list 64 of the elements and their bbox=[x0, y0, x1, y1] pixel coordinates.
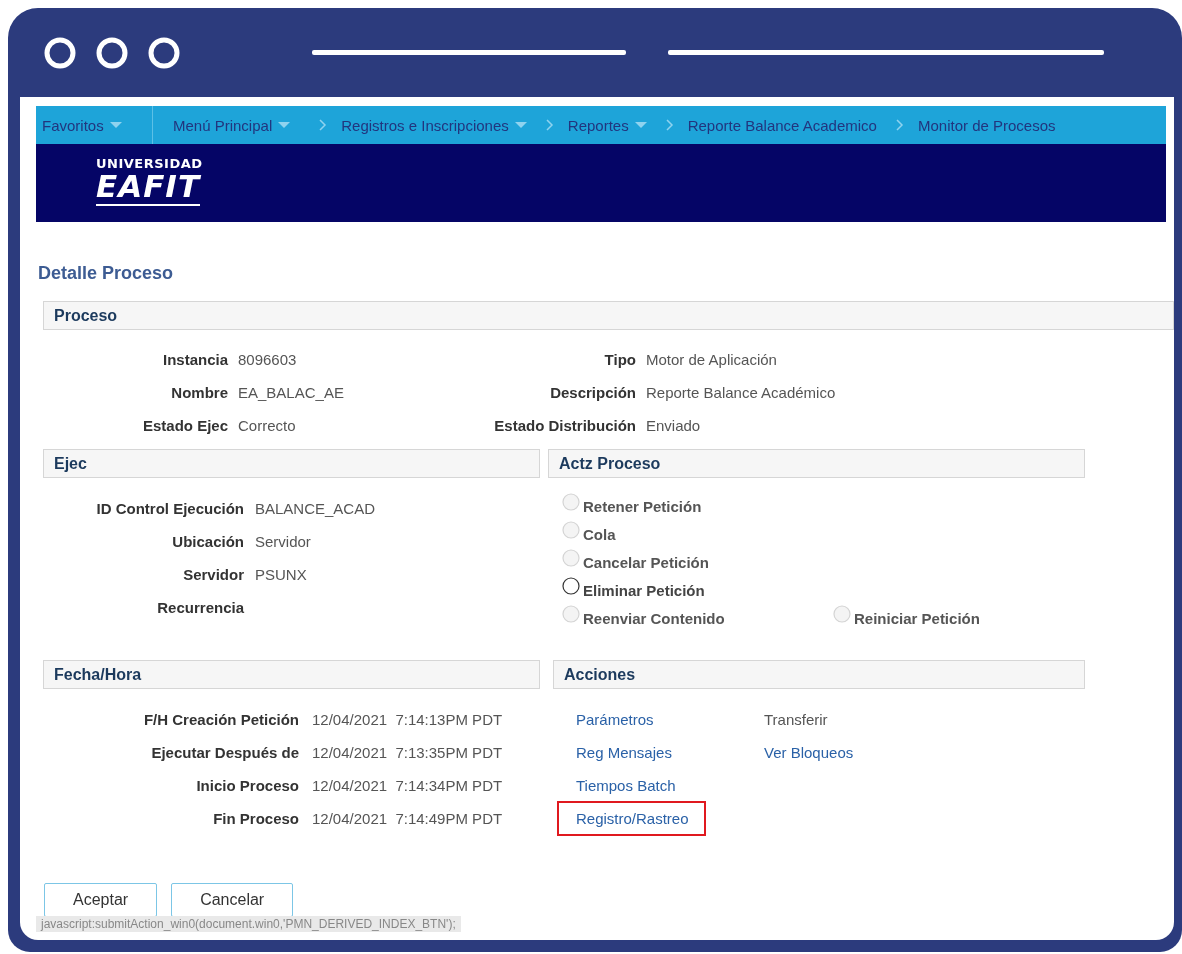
radio-button[interactable] bbox=[562, 577, 580, 595]
section-header: Proceso bbox=[43, 301, 1174, 330]
field-value: 12/04/2021 7:14:34PM PDT bbox=[312, 777, 504, 794]
field-label: Fin Proceso bbox=[212, 810, 299, 827]
field-label: ID Control Ejecución bbox=[95, 500, 244, 517]
action-link[interactable]: Registro/Rastreo bbox=[557, 801, 706, 836]
page-title: Detalle Proceso bbox=[38, 262, 175, 284]
section-header: Fecha/Hora bbox=[43, 660, 540, 689]
field-value: PSUNX bbox=[255, 566, 308, 583]
field-label: Servidor bbox=[182, 566, 244, 583]
field-value: Enviado bbox=[646, 417, 702, 434]
field-value: 12/04/2021 7:13:35PM PDT bbox=[312, 744, 504, 761]
section-header: Actz Proceso bbox=[548, 449, 1085, 478]
action-link[interactable]: Ver Bloqueos bbox=[745, 735, 871, 770]
field-value: Correcto bbox=[238, 417, 297, 434]
dialog-button[interactable]: Cancelar bbox=[171, 883, 294, 917]
section-header: Acciones bbox=[553, 660, 1085, 689]
dialog-button[interactable]: Aceptar bbox=[44, 883, 158, 917]
field-label: Recurrencia bbox=[156, 599, 244, 616]
nav-menu-item[interactable]: Monitor de Procesos bbox=[911, 106, 1062, 144]
field-label: Nombre bbox=[170, 384, 228, 401]
status-bar: javascript:submitAction_win0(document.win0,'PMN_DERIVED_INDEX_BTN'); bbox=[36, 916, 461, 932]
nav-menu-item[interactable]: Menú Principal bbox=[167, 106, 297, 144]
field-label: Tipo bbox=[603, 351, 636, 368]
chevron-icon bbox=[664, 119, 674, 131]
radio-label: Cola bbox=[583, 525, 616, 543]
action-text: Transferir bbox=[763, 710, 829, 730]
caret-icon bbox=[109, 122, 122, 128]
caret-icon bbox=[514, 122, 527, 128]
radio-label: Reiniciar Petición bbox=[854, 609, 980, 627]
field-label: Instancia bbox=[161, 351, 228, 368]
field-value: 12/04/2021 7:14:13PM PDT bbox=[312, 711, 504, 728]
field-label: Ejecutar Después de bbox=[150, 744, 299, 761]
radio-label: Reenviar Contenido bbox=[583, 609, 725, 627]
nav-menu-item[interactable]: Registros e Inscripciones bbox=[335, 106, 533, 144]
chevron-icon bbox=[318, 119, 328, 131]
action-link[interactable]: Parámetros bbox=[557, 702, 671, 737]
field-label: Inicio Proceso bbox=[195, 777, 299, 794]
caret-icon bbox=[634, 122, 647, 128]
field-value: Servidor bbox=[255, 533, 312, 550]
action-link[interactable]: Reg Mensajes bbox=[557, 735, 689, 770]
field-value: BALANCE_ACAD bbox=[255, 500, 377, 517]
radio-label: Cancelar Petición bbox=[583, 553, 709, 571]
field-label: Estado Distribución bbox=[493, 417, 636, 434]
logo-text: EAFIT bbox=[96, 171, 201, 206]
chevron-icon bbox=[544, 119, 554, 131]
radio-label: Eliminar Petición bbox=[583, 581, 705, 599]
section-header: Ejec bbox=[43, 449, 540, 478]
logo-text: UNIVERSIDAD bbox=[96, 157, 203, 170]
field-value: Motor de Aplicación bbox=[646, 351, 778, 368]
chevron-icon bbox=[894, 119, 904, 131]
field-value: 8096603 bbox=[238, 351, 298, 368]
field-label: Ubicación bbox=[171, 533, 244, 550]
nav-menu-item[interactable]: Reporte Balance Academico bbox=[681, 106, 883, 144]
caret-icon bbox=[278, 122, 291, 128]
action-link[interactable]: Tiempos Batch bbox=[557, 768, 693, 803]
field-value: 12/04/2021 7:14:49PM PDT bbox=[312, 810, 504, 827]
field-label: Estado Ejec bbox=[141, 417, 228, 434]
field-label: F/H Creación Petición bbox=[142, 711, 299, 728]
nav-menu-item[interactable]: Reportes bbox=[561, 106, 653, 144]
radio-label: Retener Petición bbox=[583, 497, 702, 515]
field-value: EA_BALAC_AE bbox=[238, 384, 345, 401]
field-value: Reporte Balance Académico bbox=[646, 384, 837, 401]
field-label: Descripción bbox=[549, 384, 636, 401]
